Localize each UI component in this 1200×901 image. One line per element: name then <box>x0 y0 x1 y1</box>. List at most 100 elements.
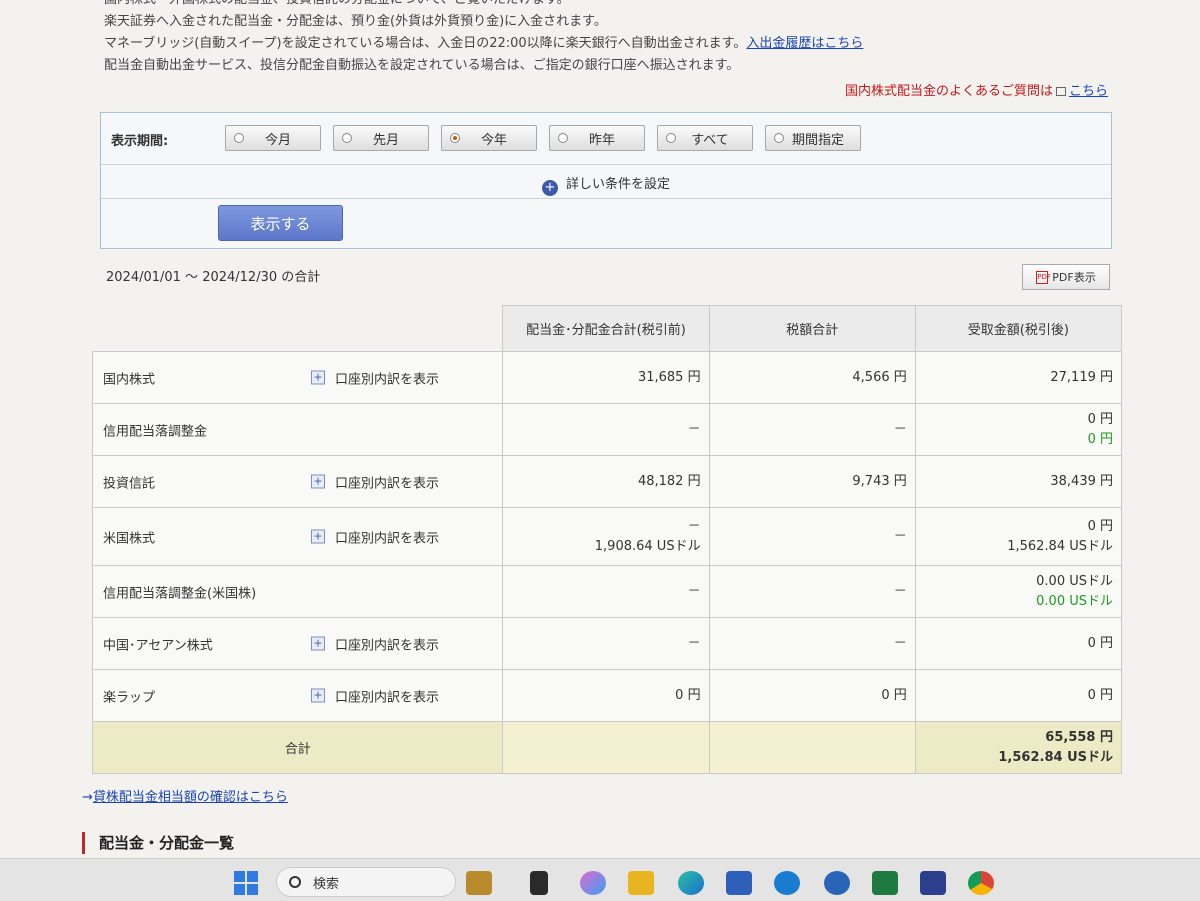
net-cell: 0 円 <box>914 617 1123 670</box>
pdf-button[interactable]: PDF PDF表示 <box>1022 264 1110 290</box>
table-row-margin-adjustment: 信用配当落調整金－－ 0 円0 円 <box>91 403 1123 456</box>
search-icon <box>289 876 301 888</box>
security-app-icon[interactable] <box>824 871 850 895</box>
date-range-summary: 2024/01/01 ～ 2024/12/30 の合計 <box>106 270 321 285</box>
radio-icon <box>666 133 676 143</box>
row-name-cell: 楽ラップ + 口座別内訳を表示 <box>91 669 504 722</box>
detail-row: + 詳しい条件を設定 <box>101 165 1111 199</box>
total-label-cell: 合計 <box>91 721 504 774</box>
pre-tax-cell: 48,182 円 <box>502 455 710 508</box>
row-label: 信用配当落調整金 <box>103 424 208 439</box>
net-cell: 0.00 USドル 0.00 USドル <box>914 565 1123 618</box>
net-cell: 0 円0 円 <box>914 403 1123 456</box>
task-view-icon[interactable] <box>530 871 548 895</box>
radio-selected-icon <box>450 133 460 143</box>
period-last-year-button[interactable]: 昨年 <box>549 125 645 151</box>
deposit-history-link[interactable]: 入出金履歴はこちら <box>746 36 863 51</box>
header-tax: 税額合計 <box>708 305 916 352</box>
expand-plus-icon: + <box>311 529 325 544</box>
tax-cell: 0 円 <box>708 669 916 722</box>
table-row-domestic-stock: 国内株式 + 口座別内訳を表示 31,685 円 4,566 円 27,119 円 <box>91 351 1123 404</box>
period-last-month-button[interactable]: 先月 <box>333 125 429 151</box>
note-line-1: 国内株式・外国株式の配当金、投資信託の分配金について、ご覧いただけます。 <box>104 0 1114 11</box>
row-label: 中国･アセアン株式 <box>103 638 213 653</box>
detail-conditions-toggle[interactable]: + 詳しい条件を設定 <box>101 173 1111 196</box>
tax-cell: － <box>708 617 916 670</box>
expand-plus-icon: + <box>311 636 325 651</box>
pre-tax-usd: 1,908.64 USドル <box>594 538 701 554</box>
breakdown-toggle[interactable]: + 口座別内訳を表示 <box>311 634 439 653</box>
store-icon[interactable] <box>726 871 752 895</box>
pre-tax-cell: － <box>502 403 710 456</box>
table-header-row: 配当金･分配金合計(税引前) 税額合計 受取金額(税引後) <box>92 305 1123 352</box>
table-row-investment-trust: 投資信託 + 口座別内訳を表示 48,182 円 9,743 円 38,439 円 <box>91 455 1123 508</box>
period-all-button[interactable]: すべて <box>657 125 753 151</box>
tax-cell: － <box>708 507 916 566</box>
taskbar-search[interactable]: 検索 <box>276 867 456 897</box>
breakdown-toggle[interactable]: + 口座別内訳を表示 <box>311 368 439 387</box>
edge-browser-icon[interactable] <box>678 871 704 895</box>
note-line-4: 配当金自動出金サービス、投信分配金自動振込を設定されている場合は、ご指定の銀行口… <box>104 58 740 73</box>
note-line-2: 楽天証券へ入金された配当金・分配金は、預り金(外貨は外貨預り金)に入金されます。 <box>104 14 607 29</box>
radio-icon <box>234 133 244 143</box>
net-secondary: 1,562.84 USドル <box>1007 538 1113 554</box>
breakdown-toggle[interactable]: + 口座別内訳を表示 <box>311 686 439 705</box>
notes-block: 国内株式・外国株式の配当金、投資信託の分配金について、ご覧いただけます。 楽天証… <box>104 0 1114 77</box>
row-name-cell: 信用配当落調整金(米国株) <box>91 565 504 618</box>
table-row-total: 合計 65,558 円 1,562.84 USドル <box>91 721 1123 774</box>
period-custom-button[interactable]: 期間指定 <box>765 125 861 151</box>
expand-plus-icon: + <box>311 474 325 489</box>
taskbar: 検索 <box>0 858 1200 901</box>
expand-plus-icon: + <box>311 370 325 385</box>
dell-icon[interactable] <box>774 871 800 895</box>
brokerage-page: 国内株式・外国株式の配当金、投資信託の分配金について、ご覧いただけます。 楽天証… <box>0 0 1200 858</box>
row-label: 信用配当落調整金(米国株) <box>103 586 257 601</box>
chrome-icon[interactable] <box>968 871 994 895</box>
row-name-cell: 信用配当落調整金 <box>91 403 504 456</box>
radio-icon <box>558 133 568 143</box>
plus-circle-icon: + <box>541 180 558 196</box>
copilot-icon[interactable] <box>580 871 606 895</box>
row-name-cell: 中国･アセアン株式 + 口座別内訳を表示 <box>91 617 504 670</box>
section-title: 配当金・分配金一覧 <box>82 832 234 854</box>
note-line-3: マネーブリッジ(自動スイープ)を設定されている場合は、入金日の22:00以降に楽… <box>104 36 864 51</box>
row-name-cell: 投資信託 + 口座別内訳を表示 <box>91 455 504 508</box>
row-name-cell: 米国株式 + 口座別内訳を表示 <box>91 507 504 566</box>
net-cell: 0 円 <box>914 669 1123 722</box>
pre-tax-cell: － 1,908.64 USドル <box>502 507 710 566</box>
row-label: 投資信託 <box>103 476 156 491</box>
expand-plus-icon: + <box>311 688 325 703</box>
pre-tax-cell: － <box>502 565 710 618</box>
radio-icon <box>774 133 784 143</box>
period-this-month-button[interactable]: 今月 <box>225 125 321 151</box>
period-label: 表示期間: <box>111 134 169 149</box>
pre-tax-cell: 0 円 <box>502 669 710 722</box>
total-tax-cell <box>708 721 916 774</box>
dividend-summary-table: 配当金･分配金合計(税引前) 税額合計 受取金額(税引後) 国内株式 + 口座別内訳… <box>91 305 1123 774</box>
row-label: 国内株式 <box>103 372 156 387</box>
table-row-china-asean-stock: 中国･アセアン株式 + 口座別内訳を表示－－ 0 円 <box>91 617 1123 670</box>
table-row-rakuwrap: 楽ラップ + 口座別内訳を表示 0 円0 円0 円 <box>91 669 1123 722</box>
row-name-cell: 国内株式 + 口座別内訳を表示 <box>91 351 504 404</box>
period-this-year-button[interactable]: 今年 <box>441 125 537 151</box>
windows-start-icon[interactable] <box>234 871 258 895</box>
excel-icon[interactable] <box>872 871 898 895</box>
faq-link[interactable]: こちら <box>1069 84 1108 99</box>
net-cell: 27,119 円 <box>914 351 1123 404</box>
tax-cell: 9,743 円 <box>708 455 916 508</box>
breakdown-toggle[interactable]: + 口座別内訳を表示 <box>311 527 439 546</box>
total-pre-tax-cell <box>502 721 710 774</box>
faq-line: 国内株式配当金のよくあるご質問は こちら <box>845 80 1108 99</box>
breakdown-toggle[interactable]: + 口座別内訳を表示 <box>311 472 439 491</box>
net-cell: 0 円 1,562.84 USドル <box>914 507 1123 566</box>
faq-text: 国内株式配当金のよくあるご質問は <box>844 84 1053 99</box>
filter-panel: 表示期間: 今月 先月 今年 昨年 すべて 期間指定 + 詳しい条件を設定 表示す… <box>100 112 1112 249</box>
show-button[interactable]: 表示する <box>218 205 343 241</box>
file-explorer-icon[interactable] <box>628 871 654 895</box>
loan-dividend-link[interactable]: →貸株配当金相当額の確認はこちら <box>82 786 288 805</box>
widgets-icon[interactable] <box>466 871 492 895</box>
remote-app-icon[interactable] <box>920 871 946 895</box>
total-net-cell: 65,558 円 1,562.84 USドル <box>914 721 1123 774</box>
table-row-margin-adjustment-us: 信用配当落調整金(米国株) －－ 0.00 USドル 0.00 USドル <box>91 565 1123 618</box>
header-blank <box>92 305 504 352</box>
